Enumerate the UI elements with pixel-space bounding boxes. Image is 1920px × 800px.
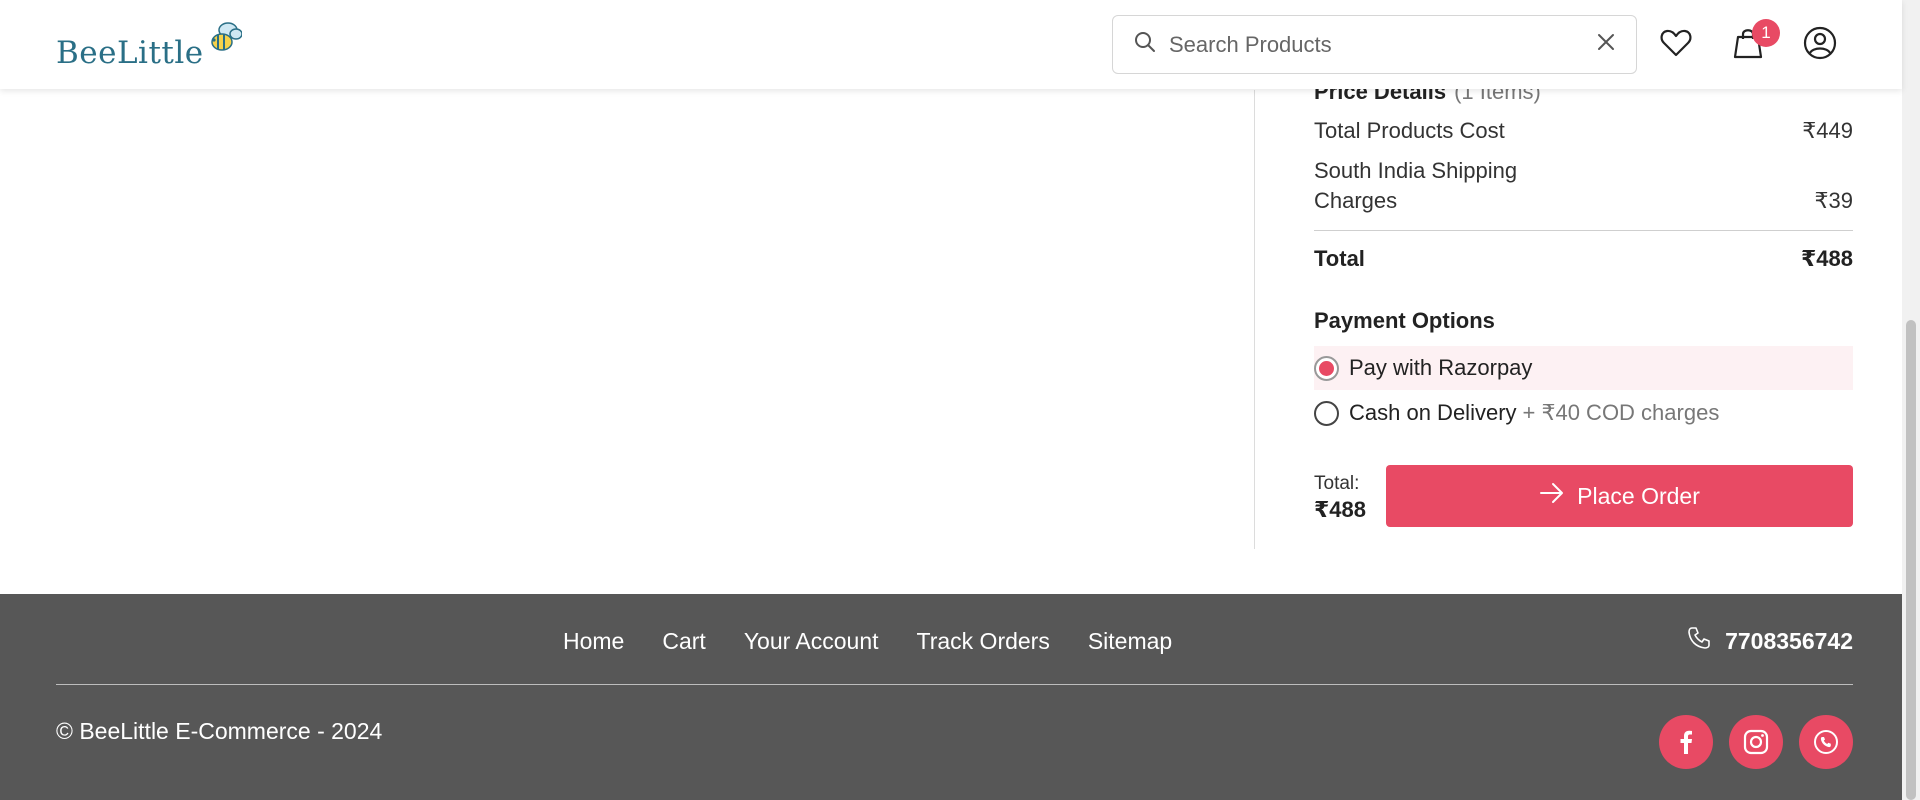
search-icon: [1133, 30, 1157, 59]
footer-nav: Home Cart Your Account Track Orders Site…: [563, 628, 1210, 655]
total-products-cost-value: ₹449: [1802, 118, 1853, 143]
radio-dot: [1319, 360, 1334, 376]
scrollbar-thumb[interactable]: [1906, 320, 1916, 800]
footer-link-cart[interactable]: Cart: [662, 628, 705, 655]
payment-option-razorpay[interactable]: Pay with Razorpay: [1314, 346, 1853, 390]
footer-divider: [56, 684, 1853, 685]
search-box[interactable]: [1112, 15, 1637, 74]
facebook-icon[interactable]: [1659, 715, 1713, 769]
copyright-text: © BeeLittle E-Commerce - 2024: [56, 718, 383, 744]
total-row: Total ₹488: [1314, 246, 1853, 272]
shipping-row: South India Shipping Charges ₹39: [1314, 156, 1853, 216]
phone-icon: [1687, 626, 1711, 656]
bee-icon: [202, 20, 243, 61]
footer-link-track-orders[interactable]: Track Orders: [917, 628, 1050, 655]
price-divider: [1314, 230, 1853, 231]
logo-text: BeeLittle: [56, 35, 204, 71]
order-total-value: ₹488: [1314, 497, 1367, 522]
razorpay-label: Pay with Razorpay: [1349, 355, 1533, 380]
phone-number: 7708356742: [1725, 627, 1853, 654]
cart-count-badge: 1: [1752, 19, 1780, 47]
wishlist-icon[interactable]: [1658, 25, 1694, 61]
payment-options-title: Payment Options: [1314, 308, 1495, 333]
footer-link-home[interactable]: Home: [563, 628, 624, 655]
shipping-value: ₹39: [1814, 188, 1853, 213]
total-products-cost-row: Total Products Cost ₹449: [1314, 118, 1853, 144]
social-links: [1659, 715, 1853, 769]
whatsapp-icon[interactable]: [1799, 715, 1853, 769]
footer-phone[interactable]: 7708356742: [1687, 626, 1853, 656]
checkout-content: Price Details (1 Items) Total Products C…: [0, 0, 1902, 594]
site-footer: Home Cart Your Account Track Orders Site…: [0, 594, 1902, 800]
clear-search-icon[interactable]: [1596, 32, 1616, 57]
total-label: Total: [1314, 246, 1365, 271]
payment-option-cod[interactable]: Cash on Delivery + ₹40 COD charges: [1314, 391, 1853, 435]
total-value: ₹488: [1800, 246, 1853, 271]
shipping-label: South India Shipping Charges: [1314, 158, 1518, 213]
beelittle-logo[interactable]: BeeLittle: [56, 20, 243, 71]
place-order-button[interactable]: Place Order: [1386, 465, 1853, 527]
radio-selected[interactable]: [1314, 355, 1339, 381]
place-order-label: Place Order: [1577, 482, 1700, 509]
search-input[interactable]: [1169, 31, 1596, 58]
account-icon[interactable]: [1802, 25, 1838, 61]
footer-link-sitemap[interactable]: Sitemap: [1088, 628, 1172, 655]
total-products-cost-label: Total Products Cost: [1314, 118, 1505, 143]
arrow-right-icon: [1539, 482, 1565, 510]
order-total-summary: Total: ₹488: [1314, 473, 1366, 523]
order-total-label: Total:: [1314, 473, 1360, 494]
column-divider: [1254, 90, 1255, 549]
footer-link-account[interactable]: Your Account: [744, 628, 879, 655]
cod-charges: + ₹40 COD charges: [1522, 400, 1720, 425]
cart-icon[interactable]: 1: [1730, 19, 1780, 61]
cod-label: Cash on Delivery: [1349, 400, 1517, 425]
radio-unselected[interactable]: [1314, 400, 1339, 426]
site-header: BeeLittle 1: [0, 0, 1902, 89]
instagram-icon[interactable]: [1729, 715, 1783, 769]
